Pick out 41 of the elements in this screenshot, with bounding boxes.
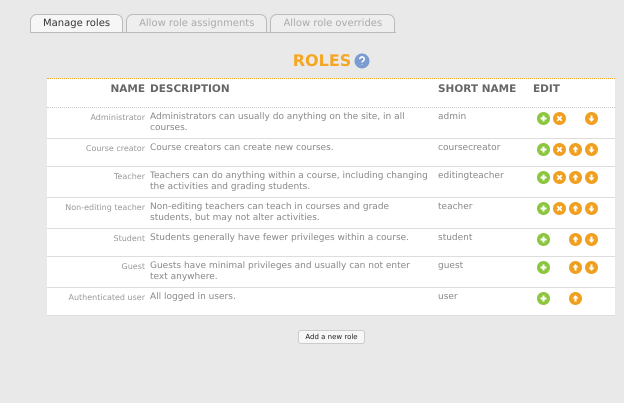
tab[interactable]: Allow role overrides	[270, 14, 396, 32]
role-description: All logged in users.	[150, 292, 237, 303]
role-name[interactable]: Course creator	[47, 143, 150, 154]
add-icon[interactable]	[537, 143, 550, 156]
role-name[interactable]: Authenticated user	[47, 292, 150, 303]
add-icon[interactable]	[537, 112, 550, 125]
delete-icon[interactable]	[553, 202, 566, 215]
add-icon[interactable]	[537, 202, 550, 215]
add-icon[interactable]	[537, 233, 550, 246]
role-description: Administrators can usually do anything on the site, in all courses.	[150, 112, 406, 134]
role-short-name: guest	[438, 261, 464, 272]
role-description: Teachers can do anything within a course, including changing the activities and grading students.	[150, 171, 429, 193]
delete-icon[interactable]	[553, 143, 566, 156]
column-header: EDIT	[533, 84, 561, 95]
role-description: Students generally have fewer privileges within a course.	[150, 233, 410, 244]
tab[interactable]: Allow role assignments	[126, 14, 268, 32]
delete-icon[interactable]	[553, 112, 566, 125]
role-name[interactable]: Administrator	[47, 112, 150, 123]
column-header: DESCRIPTION	[150, 84, 231, 95]
role-name[interactable]: Teacher	[47, 171, 150, 182]
page-heading: ROLES	[292, 51, 352, 70]
role-short-name: coursecreator	[438, 143, 502, 154]
add-icon[interactable]	[537, 171, 550, 184]
tab[interactable]: Manage roles	[30, 14, 124, 32]
role-description: Course creators can create new courses.	[150, 143, 335, 154]
role-name[interactable]: Non-editing teacher	[47, 202, 150, 213]
role-short-name: user	[438, 292, 459, 303]
add-icon[interactable]	[537, 261, 550, 274]
column-header: NAME	[109, 84, 146, 95]
delete-icon[interactable]	[553, 171, 566, 184]
role-description: Non-editing teachers can teach in courses and grade students, but may not alter activities.	[150, 202, 390, 224]
role-name[interactable]: Guest	[47, 261, 150, 272]
role-short-name: student	[438, 233, 474, 244]
role-name[interactable]: Student	[47, 233, 150, 244]
column-header: SHORT NAME	[438, 84, 518, 95]
role-short-name: editingteacher	[438, 171, 505, 182]
add-icon[interactable]	[537, 292, 550, 305]
role-short-name: teacher	[438, 202, 474, 213]
help-icon[interactable]	[354, 52, 370, 68]
role-description: Guests have minimal privileges and usually can not enter text anywhere.	[150, 261, 411, 283]
role-short-name: admin	[438, 112, 468, 123]
